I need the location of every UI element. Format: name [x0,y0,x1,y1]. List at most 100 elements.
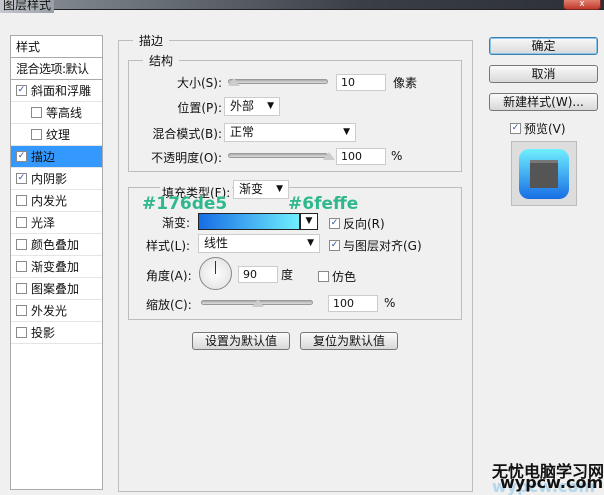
position-label: 位置(P): [177,101,222,115]
style-item-label: 斜面和浮雕 [31,83,92,98]
style-item[interactable]: 颜色叠加 [11,234,102,256]
chevron-down-icon: ▼ [305,216,313,226]
gradient-style-value: 线性 [204,236,229,250]
angle-input[interactable]: 90 [238,266,278,283]
preview-icon [519,149,569,199]
start-color-annotation: #176de5 [142,194,228,214]
style-item[interactable]: 渐变叠加 [11,256,102,278]
angle-unit: 度 [281,268,294,282]
style-list: 样式 混合选项:默认 ✓ 斜面和浮雕等高线纹理 ✓ 描边 ✓ 内阴影内发光光泽颜色叠加渐变… [10,35,103,490]
scale-slider[interactable] [201,299,313,307]
fill-type-value: 渐变 [239,182,264,196]
checkbox-icon[interactable]: ✓ [16,85,27,96]
angle-needle [215,261,216,274]
opacity-label: 不透明度(O): [151,151,222,165]
style-item[interactable]: ✓ 斜面和浮雕 [11,80,102,102]
align-with-layer-checkbox[interactable]: ✓ 与图层对齐(G) [329,237,422,254]
style-item[interactable]: 投影 [11,322,102,344]
scale-input[interactable]: 100 [328,295,378,312]
blending-options[interactable]: 混合选项:默认 [11,58,102,80]
style-item-label: 内发光 [31,193,68,208]
checkbox-icon: ✓ [329,218,340,229]
reverse-label: 反向(R) [343,217,385,231]
position-value: 外部 [230,99,255,113]
reset-default-button[interactable]: 复位为默认值 [300,332,398,350]
ok-button[interactable]: 确定 [489,37,598,55]
reverse-checkbox[interactable]: ✓ 反向(R) [329,215,385,232]
checkbox-icon[interactable] [16,261,27,272]
checkbox-icon[interactable] [16,327,27,338]
gradient-swatch[interactable] [198,213,300,230]
size-slider-thumb[interactable] [228,78,240,86]
style-item[interactable]: 内发光 [11,190,102,212]
watermark-url: wypcw.com [500,473,604,492]
opacity-input[interactable]: 100 [336,148,386,165]
checkbox-icon[interactable] [31,107,42,118]
opacity-slider-thumb[interactable] [323,152,335,160]
position-select[interactable]: 外部 ▼ [224,97,280,116]
style-item-label: 纹理 [46,127,71,142]
scale-label: 缩放(C): [146,298,192,312]
style-item[interactable]: 等高线 [11,102,102,124]
chevron-down-icon: ▼ [343,127,350,137]
angle-dial[interactable] [199,257,232,290]
chevron-down-icon: ▼ [267,101,274,111]
scale-slider-thumb[interactable] [252,299,264,307]
checkbox-icon[interactable] [16,239,27,250]
style-item[interactable]: 外发光 [11,300,102,322]
checkbox-icon[interactable] [16,283,27,294]
preview-label: 预览(V) [524,122,566,136]
style-item-label: 颜色叠加 [31,237,80,252]
blend-mode-label: 混合模式(B): [152,127,222,141]
chevron-down-icon: ▼ [307,238,314,248]
checkbox-icon[interactable]: ✓ [16,151,27,162]
style-item-label: 等高线 [46,105,83,120]
checkbox-icon[interactable] [16,195,27,206]
checkbox-icon[interactable] [16,305,27,316]
close-button[interactable]: x [563,0,601,10]
gradient-label: 渐变: [162,216,191,230]
style-item[interactable]: 图案叠加 [11,278,102,300]
size-slider[interactable] [228,78,328,86]
checkbox-icon[interactable] [31,129,42,140]
style-item-label: 描边 [31,149,56,164]
styles-header[interactable]: 样式 [11,36,102,58]
style-item-label: 投影 [31,325,56,340]
gradient-style-select[interactable]: 线性 ▼ [198,234,320,253]
fill-type-select[interactable]: 渐变 ▼ [233,180,289,199]
style-item-label: 渐变叠加 [31,259,80,274]
align-label: 与图层对齐(G) [343,239,422,253]
size-unit: 像素 [393,76,418,90]
style-item[interactable]: ✓ 描边 [11,146,102,168]
window-title: 图层样式 [0,0,55,13]
blend-mode-value: 正常 [230,125,255,139]
gradient-dropdown-button[interactable]: ▼ [300,213,318,230]
new-style-button[interactable]: 新建样式(W)... [489,93,598,111]
style-label: 样式(L): [146,239,191,253]
preview-checkbox[interactable]: ✓ 预览(V) [510,120,566,137]
set-default-button[interactable]: 设置为默认值 [192,332,290,350]
blend-mode-select[interactable]: 正常 ▼ [224,123,356,142]
style-item-label: 外发光 [31,303,68,318]
size-input[interactable]: 10 [336,74,386,91]
style-preview [511,141,577,206]
style-item-label: 光泽 [31,215,56,230]
dither-label: 仿色 [332,270,357,284]
opacity-unit: % [391,149,403,163]
checkbox-icon: ✓ [329,240,340,251]
opacity-slider[interactable] [228,152,335,160]
cancel-button[interactable]: 取消 [489,65,598,83]
style-item[interactable]: 光泽 [11,212,102,234]
checkbox-icon [318,271,329,282]
checkbox-icon[interactable]: ✓ [16,173,27,184]
title-bar[interactable]: 图层样式 [0,0,604,13]
chevron-down-icon: ▼ [276,184,283,194]
checkbox-icon[interactable] [16,217,27,228]
style-item[interactable]: 纹理 [11,124,102,146]
style-item[interactable]: ✓ 内阴影 [11,168,102,190]
stroke-title: 描边 [139,34,164,48]
preview-inner-square [530,160,558,188]
structure-title: 结构 [149,54,174,68]
dither-checkbox[interactable]: 仿色 [318,268,356,285]
scale-unit: % [384,296,396,310]
